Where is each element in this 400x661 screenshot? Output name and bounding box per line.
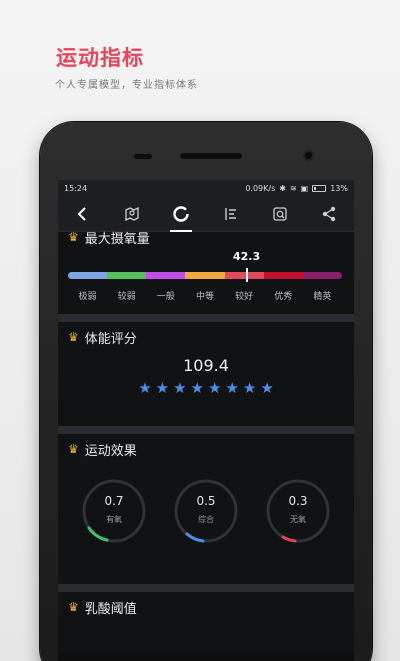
- progress-ring: [174, 479, 238, 543]
- vo2max-scale-bar: [68, 272, 342, 279]
- star-icon: ★: [173, 379, 187, 397]
- vo2max-levels: 极弱 较弱 一般 中等 较好 优秀 精英: [68, 289, 342, 302]
- back-icon: [77, 206, 86, 221]
- bluetooth-icon: ✱: [279, 183, 286, 193]
- star-icon: ★: [138, 379, 152, 397]
- content: ♛ 最大摄氧量 42.3 极弱 较弱 一般 中等 较好 优秀 精英 ♛ 体能评分: [58, 230, 354, 652]
- ring-mixed: 0.5 综合: [173, 478, 239, 544]
- list-icon: [224, 207, 236, 220]
- level-label: 较弱: [117, 292, 136, 302]
- scale-segment: [68, 272, 108, 279]
- battery-icon: [312, 184, 327, 192]
- crown-icon: ♛: [68, 230, 79, 244]
- sim-icon: ▣: [300, 183, 309, 193]
- scale-segment: [263, 272, 303, 279]
- map-icon: [125, 206, 139, 221]
- rating-stars: ★ ★ ★ ★ ★ ★ ★ ★: [68, 381, 344, 396]
- sensor: [134, 154, 152, 159]
- star-icon: ★: [225, 379, 239, 397]
- status-right: 0.09K/s ✱ ≋ ▣ 13%: [245, 184, 348, 193]
- lactate-card: ♛ 乳酸阈值: [58, 592, 354, 652]
- star-icon: ★: [155, 379, 170, 397]
- fitness-card: ♛ 体能评分 109.4 ★ ★ ★ ★ ★ ★ ★ ★: [58, 322, 354, 426]
- divider: [58, 426, 354, 434]
- network-speed: 0.09K/s: [245, 183, 276, 193]
- lactate-header: ♛ 乳酸阈值: [68, 592, 344, 622]
- crown-icon: ♛: [68, 330, 79, 344]
- scale-segment: [146, 272, 186, 279]
- vo2max-card: ♛ 最大摄氧量 42.3 极弱 较弱 一般 中等 较好 优秀 精英: [58, 230, 354, 314]
- star-icon: ★: [260, 379, 274, 397]
- level-label: 中等: [195, 292, 214, 302]
- vo2max-value: 42.3: [233, 250, 261, 263]
- search-doc-icon: [273, 206, 287, 221]
- tab-indicators[interactable]: [166, 199, 196, 232]
- promo-subtitle: 个人专属模型，专业指标体系: [55, 80, 198, 91]
- ring-label: 有氧: [106, 515, 122, 524]
- effect-title: 运动效果: [84, 443, 137, 459]
- progress-ring: [82, 479, 146, 543]
- level-label: 一般: [156, 292, 175, 302]
- vo2max-title: 最大摄氧量: [84, 231, 150, 247]
- vo2max-header: ♛ 最大摄氧量: [68, 222, 150, 252]
- divider: [58, 584, 354, 592]
- crown-icon: ♛: [68, 442, 79, 456]
- star-icon: ★: [190, 379, 204, 397]
- effect-card: ♛ 运动效果 0.7 有氧 0.5 综合 0.3 无氧: [58, 434, 354, 584]
- level-label: 精英: [313, 292, 332, 302]
- ring-anaerobic: 0.3 无氧: [265, 478, 331, 544]
- star-icon: ★: [242, 379, 257, 397]
- scale-segment: [224, 272, 264, 279]
- level-label: 优秀: [274, 292, 293, 302]
- tab-analysis[interactable]: [265, 199, 295, 229]
- divider: [58, 314, 354, 322]
- tab-list[interactable]: [216, 199, 246, 229]
- level-label: 较好: [235, 292, 254, 302]
- effect-rings: 0.7 有氧 0.5 综合 0.3 无氧: [68, 478, 344, 544]
- ring-value: 0.5: [196, 494, 216, 508]
- ring-aerobic: 0.7 有氧: [81, 478, 147, 544]
- promo-title: 运动指标: [56, 46, 144, 70]
- vo2max-marker: [246, 268, 248, 282]
- fitness-score: 109.4: [183, 356, 229, 375]
- ring-label: 综合: [198, 515, 214, 524]
- scale-segment: [185, 272, 225, 279]
- crown-icon: ♛: [68, 600, 79, 614]
- fitness-title: 体能评分: [84, 331, 137, 347]
- share-button[interactable]: [314, 199, 344, 229]
- share-icon: [323, 206, 336, 221]
- level-label: 极弱: [78, 292, 97, 302]
- scale-segment: [302, 272, 342, 279]
- screen: 15:24 0.09K/s ✱ ≋ ▣ 13% ♛ 最大摄氧量 42.3 极弱 …: [58, 180, 354, 661]
- status-time: 15:24: [64, 183, 88, 193]
- battery-level: 13%: [330, 183, 348, 193]
- star-icon: ★: [208, 379, 222, 397]
- scale-segment: [107, 272, 147, 279]
- progress-ring: [266, 479, 330, 543]
- ring-value: 0.3: [288, 494, 308, 508]
- wifi-icon: ≋: [289, 183, 297, 193]
- front-camera: [303, 150, 314, 161]
- fitness-header: ♛ 体能评分: [68, 322, 344, 352]
- lactate-title: 乳酸阈值: [84, 601, 137, 617]
- earpiece: [180, 153, 242, 159]
- effect-header: ♛ 运动效果: [68, 434, 344, 464]
- ring-icon: [173, 205, 190, 222]
- ring-label: 无氧: [290, 515, 306, 524]
- status-bar: 15:24 0.09K/s ✱ ≋ ▣ 13%: [58, 180, 354, 196]
- ring-value: 0.7: [104, 494, 124, 508]
